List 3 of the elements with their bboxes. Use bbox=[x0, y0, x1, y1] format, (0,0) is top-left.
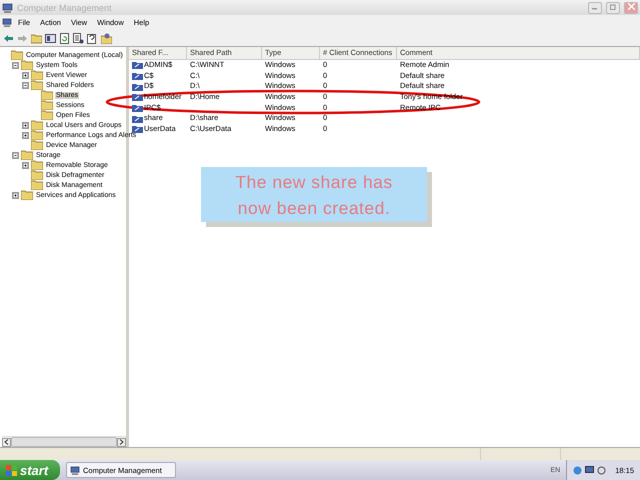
start-button[interactable]: start bbox=[0, 460, 60, 480]
callout-box: The new share has now been created. bbox=[201, 167, 427, 222]
window-title: Computer Management bbox=[17, 2, 112, 12]
